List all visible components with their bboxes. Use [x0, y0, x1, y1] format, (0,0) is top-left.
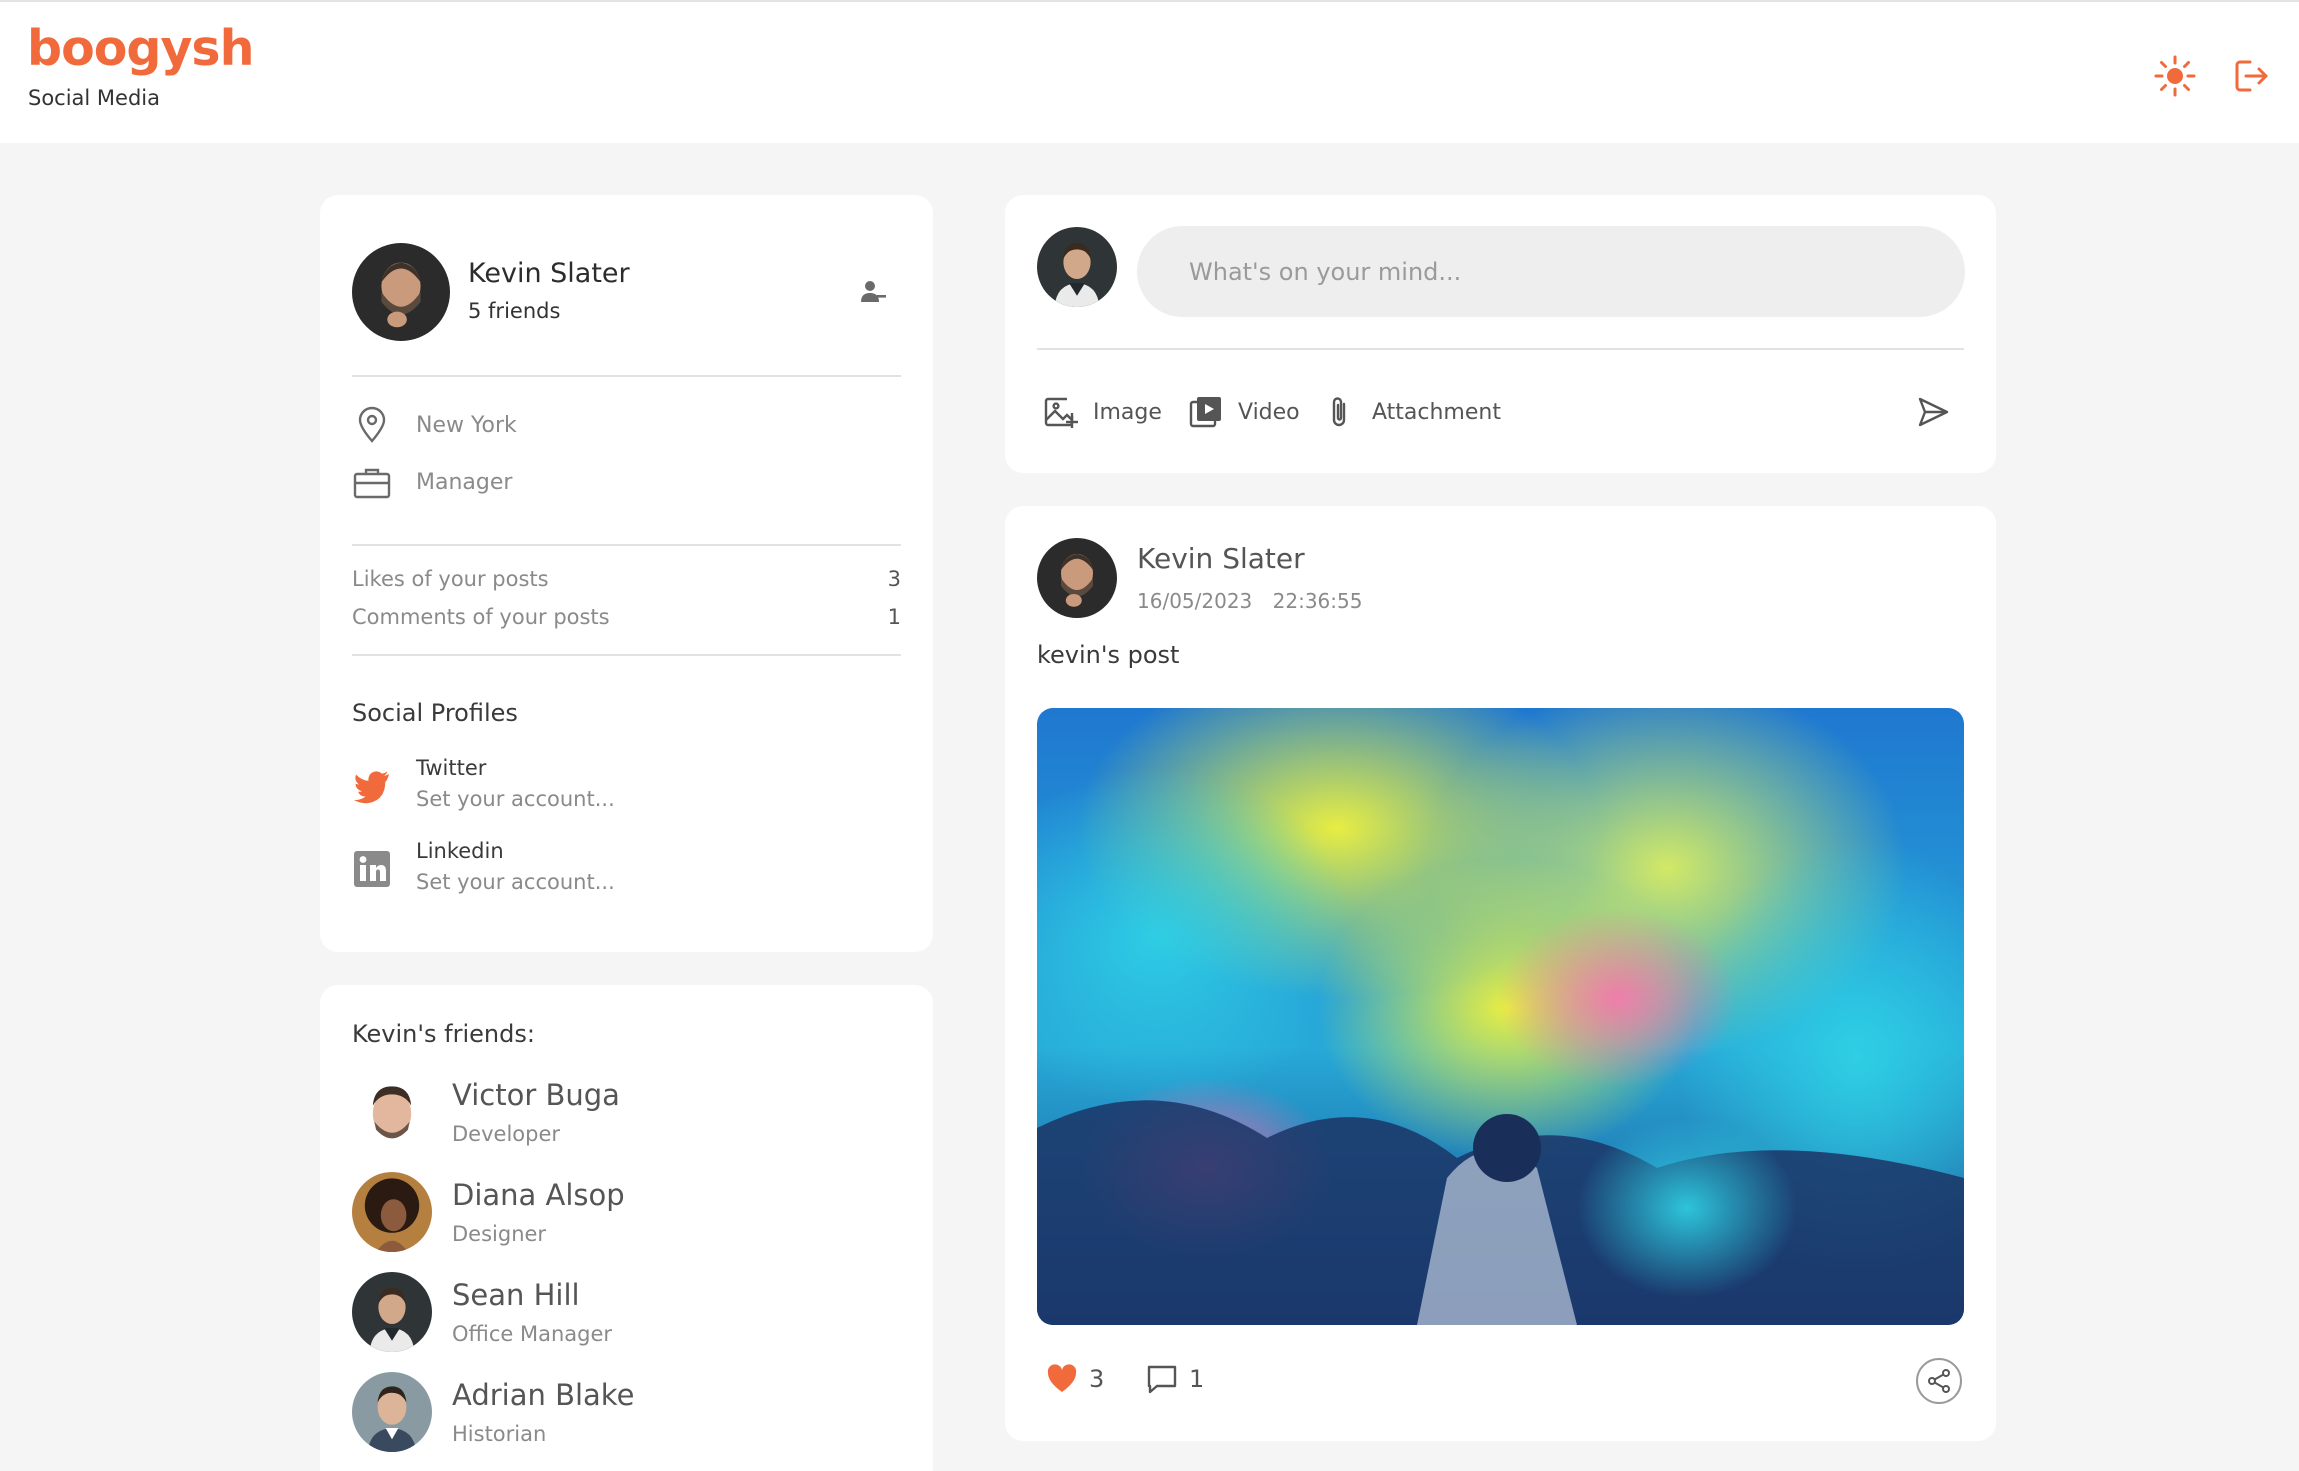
friend-role: Developer [452, 1122, 561, 1146]
post-composer: Image Video Attachment [1005, 195, 1996, 473]
add-image-label: Image [1093, 399, 1162, 425]
like-button[interactable]: 3 [1045, 1362, 1104, 1396]
share-button[interactable] [1916, 1358, 1962, 1404]
like-count: 3 [1089, 1365, 1105, 1393]
add-attachment-button[interactable]: Attachment [1322, 392, 1501, 432]
post-author[interactable]: Kevin Slater [1137, 542, 1305, 575]
profile-location: New York [416, 413, 517, 438]
location-pin-icon [352, 405, 392, 445]
friend-name[interactable]: Victor Buga [452, 1078, 620, 1112]
twitter-icon[interactable] [352, 765, 392, 805]
profile-card: Kevin Slater 5 friends New York Manager … [320, 195, 933, 952]
add-video-label: Video [1238, 399, 1300, 425]
friend-name[interactable]: Diana Alsop [452, 1178, 625, 1212]
friend-avatar[interactable] [352, 1172, 432, 1252]
heart-icon [1047, 1364, 1077, 1392]
top-bar: boogysh Social Media [0, 0, 2299, 143]
divider [352, 544, 901, 546]
image-add-icon [1044, 397, 1078, 428]
stat-comments-label: Comments of your posts [352, 605, 610, 629]
social-linkedin-link[interactable]: Set your account... [416, 870, 615, 894]
friend-role: Designer [452, 1222, 547, 1246]
post-date: 16/05/2023 [1137, 589, 1253, 613]
post-input[interactable] [1137, 226, 1965, 317]
comment-count: 1 [1189, 1365, 1205, 1393]
divider [352, 654, 901, 656]
stat-comments-value: 1 [887, 605, 901, 629]
send-icon [1918, 397, 1949, 427]
paperclip-icon [1332, 397, 1346, 427]
social-linkedin-name: Linkedin [416, 839, 504, 863]
profile-name[interactable]: Kevin Slater [468, 258, 630, 289]
divider [352, 375, 901, 377]
add-attachment-label: Attachment [1372, 399, 1501, 425]
friends-title: Kevin's friends: [352, 1020, 535, 1048]
divider [1037, 348, 1964, 350]
profile-job: Manager [416, 470, 513, 495]
social-profiles-title: Social Profiles [352, 699, 518, 727]
add-image-button[interactable]: Image [1043, 392, 1162, 432]
profile-avatar[interactable] [352, 243, 450, 341]
composer-avatar[interactable] [1037, 227, 1117, 307]
briefcase-icon [352, 463, 392, 503]
brand-logo[interactable]: boogysh [27, 20, 254, 77]
sun-icon[interactable] [2153, 54, 2197, 98]
comment-icon [1147, 1365, 1177, 1394]
friend-name[interactable]: Sean Hill [452, 1278, 580, 1312]
logout-icon[interactable] [2230, 54, 2274, 98]
video-icon [1189, 397, 1221, 428]
friends-card: Kevin's friends: Victor Buga Developer D… [320, 985, 933, 1471]
send-button[interactable] [1915, 392, 1951, 432]
profile-friends-count: 5 friends [468, 299, 561, 323]
social-twitter-name: Twitter [416, 756, 487, 780]
post-text: kevin's post [1037, 641, 1180, 669]
comment-button[interactable]: 1 [1145, 1362, 1204, 1396]
friend-avatar[interactable] [352, 1372, 432, 1452]
add-video-button[interactable]: Video [1188, 392, 1300, 432]
friend-name[interactable]: Adrian Blake [452, 1378, 634, 1412]
post-timestamp: 16/05/2023 22:36:55 [1137, 589, 1362, 613]
friend-role: Office Manager [452, 1322, 613, 1346]
social-twitter-link[interactable]: Set your account... [416, 787, 615, 811]
post-image[interactable] [1037, 708, 1964, 1325]
linkedin-icon[interactable] [352, 849, 392, 889]
post-author-avatar[interactable] [1037, 538, 1117, 618]
stat-likes-value: 3 [887, 567, 901, 591]
post-time: 22:36:55 [1272, 589, 1363, 613]
add-friend-icon[interactable] [858, 277, 888, 307]
share-icon [1928, 1369, 1950, 1393]
friend-avatar[interactable] [352, 1272, 432, 1352]
post-card: Kevin Slater 16/05/2023 22:36:55 kevin's… [1005, 506, 1996, 1441]
friend-role: Historian [452, 1422, 547, 1446]
stat-likes-label: Likes of your posts [352, 567, 549, 591]
brand-tagline: Social Media [28, 86, 161, 110]
friend-avatar[interactable] [352, 1072, 432, 1152]
